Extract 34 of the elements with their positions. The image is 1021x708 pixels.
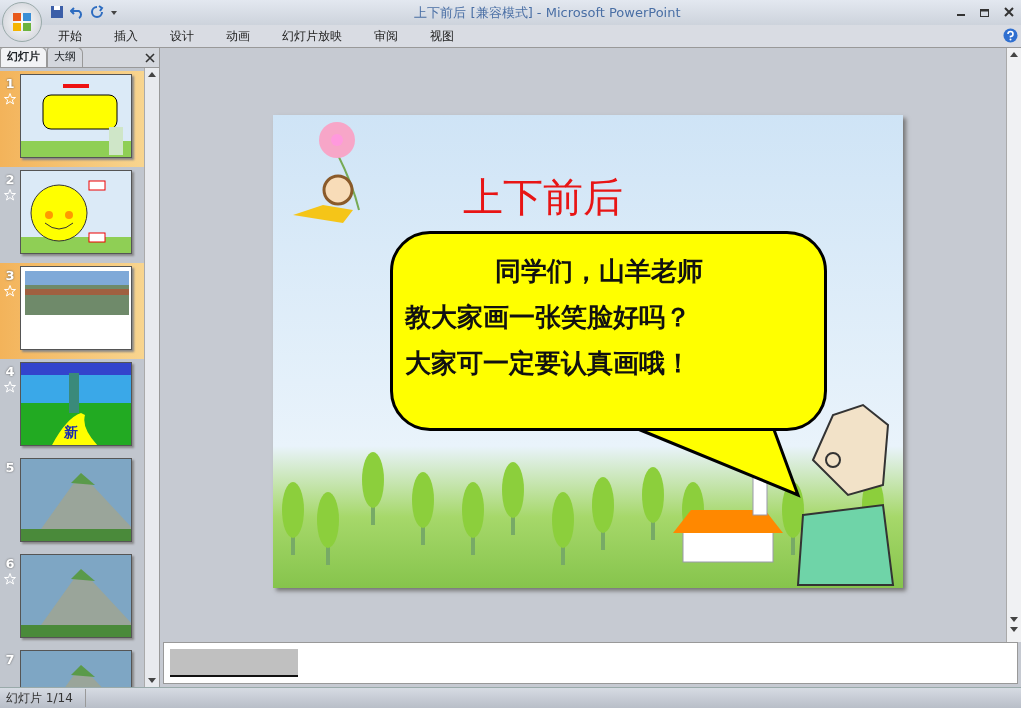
slide-number: 2 xyxy=(5,170,15,189)
close-icon[interactable] xyxy=(144,51,156,64)
redo-icon[interactable] xyxy=(90,5,104,20)
restore-icon[interactable] xyxy=(979,6,991,19)
ribbon-tab[interactable]: 幻灯片放映 xyxy=(266,26,358,45)
ribbon-tab[interactable]: 开始 xyxy=(42,26,98,45)
ribbon-tab[interactable]: 视图 xyxy=(414,26,470,45)
save-icon[interactable] xyxy=(50,5,64,20)
slide-counter: 幻灯片 1/14 xyxy=(6,688,86,707)
slide-number: 6 xyxy=(5,554,15,573)
office-button[interactable] xyxy=(2,2,42,42)
slide-number: 1 xyxy=(5,74,15,93)
ribbon-tab[interactable]: 设计 xyxy=(154,26,210,45)
panel-tab[interactable]: 大纲 xyxy=(47,47,83,67)
slide-list-item[interactable]: 4 新 xyxy=(0,358,144,455)
undo-icon[interactable] xyxy=(70,5,84,20)
girl-drawing xyxy=(293,174,354,224)
slide-title: 上下前后 xyxy=(463,177,623,218)
ribbon-tab[interactable]: 动画 xyxy=(210,26,266,45)
dropdown-icon[interactable] xyxy=(110,8,118,17)
window-title: 上下前后 [兼容模式] - Microsoft PowerPoint xyxy=(413,3,682,22)
bubble-text: 大家可一定要认真画哦！ xyxy=(405,347,692,381)
ribbon-tab[interactable]: 审阅 xyxy=(358,26,414,45)
slide-number: 4 xyxy=(5,362,15,381)
panel-tab[interactable]: 幻灯片 xyxy=(0,47,47,67)
ribbon-tab[interactable]: 插入 xyxy=(98,26,154,45)
slide-number: 7 xyxy=(5,650,15,669)
bubble-text: 教大家画一张笑脸好吗？ xyxy=(405,301,692,335)
slide-number: 3 xyxy=(5,266,15,285)
bubble-text: 同学们，山羊老师 xyxy=(494,255,704,289)
close-icon[interactable] xyxy=(1003,6,1015,19)
help-icon[interactable] xyxy=(1003,28,1018,44)
slide-number: 5 xyxy=(5,458,15,477)
thumbnail-text: 新 xyxy=(64,422,78,442)
